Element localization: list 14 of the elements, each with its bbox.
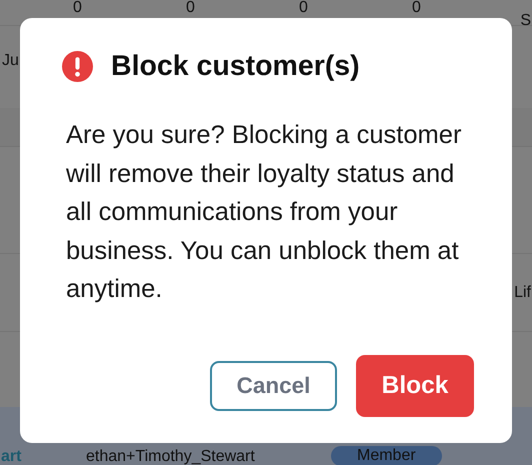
column-header: S [520,12,531,29]
table-cell: Lif [514,284,531,301]
table-cell-text: ethan+Timothy_Stewart [86,448,256,465]
dialog-message: Are you sure? Blocking a customer will remove their loyalty status and all communications from your business. You can unblock them at anytime. [66,120,462,305]
dialog-title: Block customer(s) [111,50,360,83]
table-cell-text: 0 [185,0,196,16]
table-cell-text: 0 [298,0,309,16]
warning-icon [62,51,93,82]
table-cell-text: 0 [72,0,83,16]
member-badge: Member [331,446,442,465]
cancel-button[interactable]: Cancel [210,361,337,411]
table-cell-text: 0 [411,0,422,16]
table-cell: Ju [2,52,19,69]
block-button[interactable]: Block [356,355,474,417]
